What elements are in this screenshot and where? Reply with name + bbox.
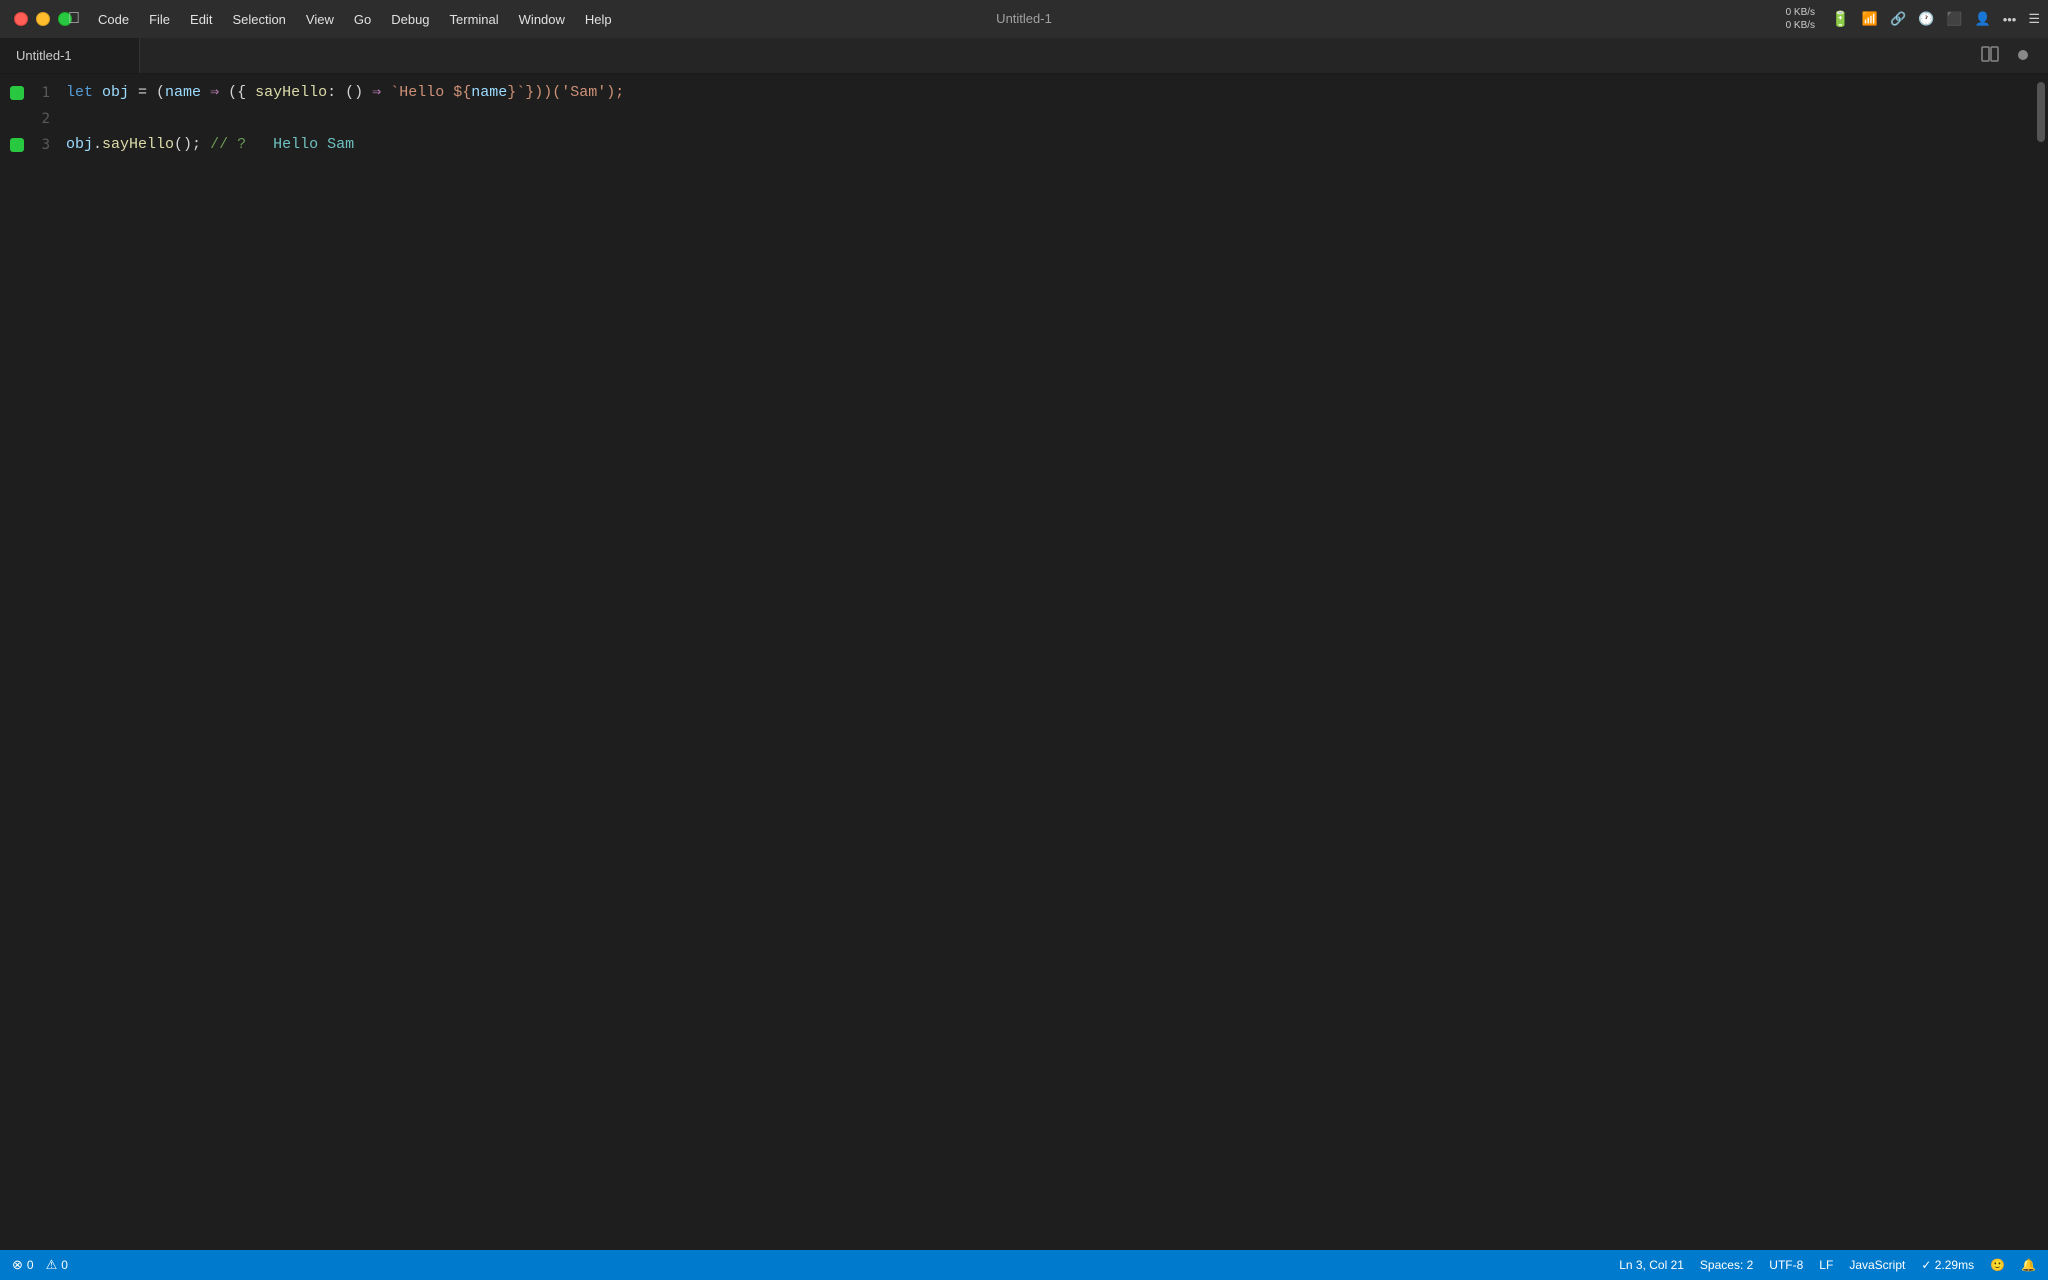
error-count[interactable]: ⊗ 0 ⚠ 0 bbox=[12, 1257, 68, 1273]
token-space bbox=[201, 80, 210, 106]
minimize-button[interactable] bbox=[36, 12, 50, 26]
menu-window[interactable]: Window bbox=[509, 8, 575, 31]
token-obj-call: obj bbox=[66, 132, 93, 158]
token-parens: (); bbox=[174, 132, 210, 158]
tab-spacer bbox=[140, 38, 2048, 73]
tab-label: Untitled-1 bbox=[16, 48, 72, 63]
encoding[interactable]: UTF-8 bbox=[1769, 1258, 1803, 1272]
apple-logo[interactable]:  bbox=[60, 10, 88, 28]
wifi-icon[interactable]: 📶 bbox=[1862, 11, 1878, 27]
token-colon: : () bbox=[327, 80, 372, 106]
tabbar-wrapper: Untitled-1 bbox=[0, 38, 2048, 74]
token-let: let bbox=[66, 80, 102, 106]
tab-untitled-1[interactable]: Untitled-1 bbox=[0, 38, 140, 73]
more-options-icon[interactable] bbox=[2018, 50, 2028, 60]
tabbar: Untitled-1 bbox=[0, 38, 2048, 74]
error-number: 0 bbox=[27, 1258, 34, 1272]
menu-code[interactable]: Code bbox=[88, 8, 139, 31]
line-number-1: 1 bbox=[30, 85, 50, 101]
warning-icon: ⚠ bbox=[46, 1257, 58, 1273]
menu-items:  Code File Edit Selection View Go Debug… bbox=[60, 8, 622, 31]
gutter: 1 2 3 bbox=[0, 74, 58, 1250]
status-left: ⊗ 0 ⚠ 0 bbox=[0, 1257, 68, 1273]
code-line-3: obj.sayHello(); // ? Hello Sam bbox=[58, 132, 2034, 158]
code-line-1: let obj = (name ⇒ ({ sayHello: () ⇒ `Hel… bbox=[58, 80, 2034, 106]
timing: ✓ 2.29ms bbox=[1921, 1258, 1974, 1272]
menu-go[interactable]: Go bbox=[344, 8, 381, 31]
token-obj: obj bbox=[102, 80, 129, 106]
split-editor-icon[interactable] bbox=[1980, 44, 2000, 69]
token-result: Hello Sam bbox=[255, 132, 354, 158]
breakpoint-1[interactable] bbox=[10, 86, 24, 100]
menu-view[interactable]: View bbox=[296, 8, 344, 31]
menu-help[interactable]: Help bbox=[575, 8, 622, 31]
token-comment-slash: // ? bbox=[210, 132, 255, 158]
menu-debug[interactable]: Debug bbox=[381, 8, 439, 31]
language-mode[interactable]: JavaScript bbox=[1849, 1258, 1905, 1272]
cursor-position[interactable]: Ln 3, Col 21 bbox=[1619, 1258, 1684, 1272]
token-arrow1: ⇒ bbox=[210, 80, 219, 106]
breakpoint-3[interactable] bbox=[10, 138, 24, 152]
line-number-2: 2 bbox=[30, 111, 50, 127]
network-up: 0 KB/s bbox=[1786, 6, 1815, 19]
smiley-icon[interactable]: 🙂 bbox=[1990, 1258, 2005, 1272]
token-eq: = ( bbox=[129, 80, 165, 106]
cast-icon[interactable]: ⬛ bbox=[1946, 11, 1962, 27]
spaces-setting[interactable]: Spaces: 2 bbox=[1700, 1258, 1753, 1272]
close-button[interactable] bbox=[14, 12, 28, 26]
network-stats: 0 KB/s 0 KB/s bbox=[1786, 6, 1815, 32]
breakpoint-placeholder-2 bbox=[10, 112, 24, 126]
battery-icon[interactable]: 🔋 bbox=[1831, 10, 1850, 28]
window-title: Untitled-1 bbox=[996, 10, 1052, 28]
token-arrow2: ⇒ bbox=[372, 80, 381, 106]
line-ending[interactable]: LF bbox=[1819, 1258, 1833, 1272]
code-content[interactable]: let obj = (name ⇒ ({ sayHello: () ⇒ `Hel… bbox=[58, 74, 2034, 1250]
dots-icon[interactable]: ••• bbox=[2003, 12, 2017, 27]
scrollbar-thumb[interactable] bbox=[2037, 82, 2045, 142]
token-obrace: ({ bbox=[219, 80, 255, 106]
error-x-icon: ⊗ bbox=[12, 1257, 23, 1273]
token-name: name bbox=[165, 80, 201, 106]
gutter-row-2: 2 bbox=[0, 106, 58, 132]
editor-area: 1 2 3 let obj = (name ⇒ ({ sayHello: () … bbox=[0, 74, 2048, 1250]
token-template-start: `Hello ${ bbox=[390, 80, 471, 106]
status-right: Ln 3, Col 21 Spaces: 2 UTF-8 LF JavaScri… bbox=[1619, 1258, 2048, 1272]
menu-selection[interactable]: Selection bbox=[222, 8, 295, 31]
token-sayhello-call: sayHello bbox=[102, 132, 174, 158]
warning-number: 0 bbox=[61, 1258, 68, 1272]
statusbar: ⊗ 0 ⚠ 0 Ln 3, Col 21 Spaces: 2 UTF-8 LF … bbox=[0, 1250, 2048, 1280]
menu-edit[interactable]: Edit bbox=[180, 8, 222, 31]
token-template-end: }`}))('Sam'); bbox=[507, 80, 624, 106]
link-icon[interactable]: 🔗 bbox=[1890, 11, 1906, 27]
user-icon[interactable]: 👤 bbox=[1975, 11, 1991, 27]
vertical-scrollbar[interactable] bbox=[2034, 74, 2048, 1250]
system-tray: 0 KB/s 0 KB/s 🔋 📶 🔗 🕐 ⬛ 👤 ••• ☰ bbox=[1786, 0, 2040, 38]
gutter-row-3: 3 bbox=[0, 132, 58, 158]
line-number-3: 3 bbox=[30, 137, 50, 153]
titlebar:  Code File Edit Selection View Go Debug… bbox=[0, 0, 2048, 38]
bell-icon[interactable]: 🔔 bbox=[2021, 1258, 2036, 1272]
gutter-row-1: 1 bbox=[0, 80, 58, 106]
token-sayhello-prop: sayHello bbox=[255, 80, 327, 106]
time-icon[interactable]: 🕐 bbox=[1918, 11, 1934, 27]
code-line-2 bbox=[58, 106, 2034, 132]
network-down: 0 KB/s bbox=[1786, 19, 1815, 32]
token-name-tmpl: name bbox=[471, 80, 507, 106]
token-space2 bbox=[381, 80, 390, 106]
menu-file[interactable]: File bbox=[139, 8, 180, 31]
list-icon[interactable]: ☰ bbox=[2028, 11, 2040, 27]
menu-terminal[interactable]: Terminal bbox=[440, 8, 509, 31]
token-dot: . bbox=[93, 132, 102, 158]
